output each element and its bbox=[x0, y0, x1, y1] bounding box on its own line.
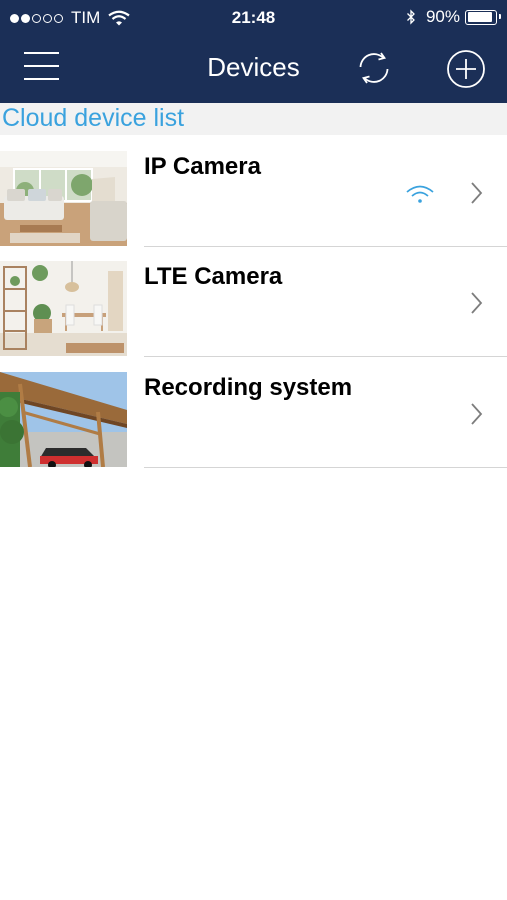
living-room-thumbnail bbox=[0, 151, 127, 246]
battery-percent: 90% bbox=[425, 7, 460, 26]
row-divider bbox=[144, 467, 507, 468]
page-title: Devices bbox=[207, 52, 300, 82]
chevron-right-icon bbox=[471, 292, 483, 314]
device-row-recording-system[interactable]: Recording system bbox=[0, 356, 507, 468]
wifi-connected-icon bbox=[406, 185, 434, 203]
section-header: Cloud device list bbox=[0, 103, 507, 135]
device-name: Recording system bbox=[144, 374, 353, 401]
status-right: 90% bbox=[406, 7, 501, 27]
device-name: LTE Camera bbox=[144, 263, 283, 290]
device-name: IP Camera bbox=[144, 153, 261, 180]
dining-room-thumbnail bbox=[0, 261, 127, 356]
carport-thumbnail bbox=[0, 372, 127, 467]
chevron-right-icon bbox=[471, 182, 483, 204]
device-row-ip-camera[interactable]: IP Camera bbox=[0, 135, 507, 247]
sync-button[interactable] bbox=[354, 48, 394, 88]
battery-icon bbox=[465, 9, 501, 25]
status-bar: TIM 21:48 90% bbox=[0, 0, 507, 36]
device-row-lte-camera[interactable]: LTE Camera bbox=[0, 245, 507, 357]
chevron-right-icon bbox=[471, 403, 483, 425]
add-device-button[interactable] bbox=[446, 49, 486, 89]
section-title: Cloud device list bbox=[2, 104, 185, 132]
bluetooth-icon bbox=[407, 9, 415, 25]
navigation-bar: TIM 21:48 90% Devices bbox=[0, 0, 507, 103]
